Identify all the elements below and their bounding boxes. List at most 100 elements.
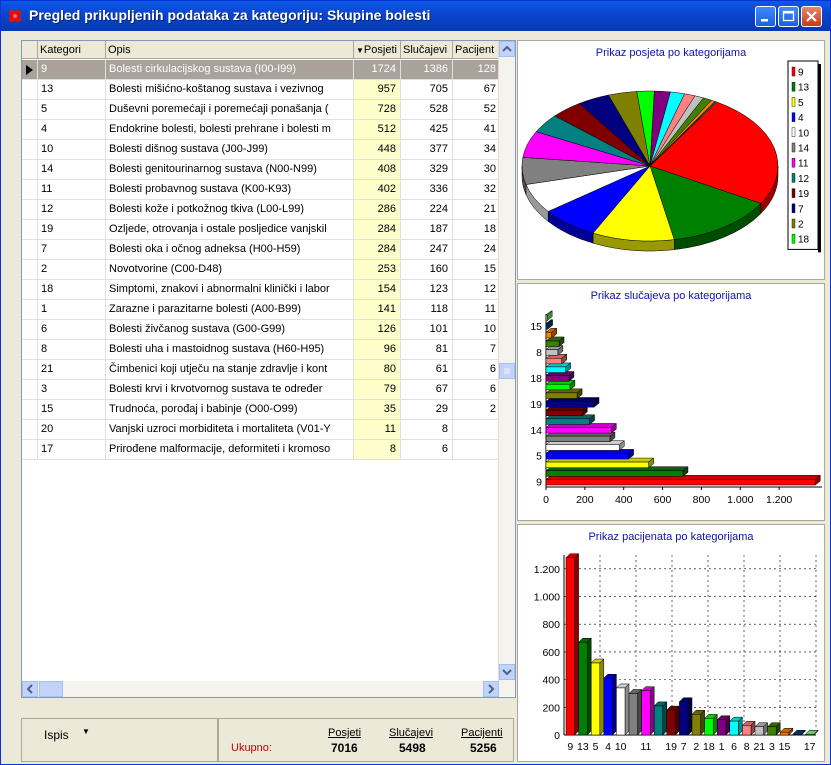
cell-slucajevi[interactable]: 528 xyxy=(401,100,453,119)
horizontal-scroll-thumb[interactable] xyxy=(39,681,63,697)
cell-opis[interactable]: Simptomi, znakovi i abnormalni klinički … xyxy=(106,280,354,299)
cell-slucajevi[interactable]: 425 xyxy=(401,120,453,139)
cell-opis[interactable]: Prirođene malformacije, deformiteti i kr… xyxy=(106,440,354,459)
cell-opis[interactable]: Bolesti oka i očnog adneksa (H00-H59) xyxy=(106,240,354,259)
table-row[interactable]: 17 Prirođene malformacije, deformiteti i … xyxy=(22,440,515,460)
vertical-scrollbar[interactable] xyxy=(498,41,515,696)
cell-kategorija[interactable]: 4 xyxy=(38,120,106,139)
table-row[interactable]: 13 Bolesti mišićno-koštanog sustava i vez… xyxy=(22,80,515,100)
cell-opis[interactable]: Endokrine bolesti, bolesti prehrane i bo… xyxy=(106,120,354,139)
table-row[interactable]: 21 Čimbenici koji utječu na stanje zdravl… xyxy=(22,360,515,380)
cell-kategorija[interactable]: 5 xyxy=(38,100,106,119)
cell-pacijenti[interactable]: 41 xyxy=(453,120,499,139)
cell-pacijenti[interactable]: 30 xyxy=(453,160,499,179)
cell-pacijenti[interactable]: 52 xyxy=(453,100,499,119)
cell-slucajevi[interactable]: 123 xyxy=(401,280,453,299)
cell-opis[interactable]: Bolesti živčanog sustava (G00-G99) xyxy=(106,320,354,339)
cell-opis[interactable]: Bolesti dišnog sustava (J00-J99) xyxy=(106,140,354,159)
cell-kategorija[interactable]: 20 xyxy=(38,420,106,439)
cell-posjeti[interactable]: 11 xyxy=(354,420,401,439)
close-button[interactable] xyxy=(801,6,822,27)
cell-posjeti[interactable]: 8 xyxy=(354,440,401,459)
cell-opis[interactable]: Bolesti uha i mastoidnog sustava (H60-H9… xyxy=(106,340,354,359)
cell-kategorija[interactable]: 8 xyxy=(38,340,106,359)
table-row[interactable]: 9 Bolesti cirkulacijskog sustava (I00-I99… xyxy=(22,60,515,80)
table-row[interactable]: 20 Vanjski uzroci morbiditeta i mortalite… xyxy=(22,420,515,440)
cell-opis[interactable]: Čimbenici koji utječu na stanje zdravlje… xyxy=(106,360,354,379)
cell-kategorija[interactable]: 14 xyxy=(38,160,106,179)
table-row[interactable]: 1 Zarazne i parazitarne bolesti (A00-B99)… xyxy=(22,300,515,320)
cell-kategorija[interactable]: 12 xyxy=(38,200,106,219)
ispis-button[interactable]: Ispis ▼ xyxy=(21,718,218,762)
maximize-button[interactable] xyxy=(778,6,799,27)
cell-pacijenti[interactable]: 32 xyxy=(453,180,499,199)
cell-kategorija[interactable]: 7 xyxy=(38,240,106,259)
cell-pacijenti[interactable]: 24 xyxy=(453,240,499,259)
cell-kategorija[interactable]: 2 xyxy=(38,260,106,279)
cell-kategorija[interactable]: 11 xyxy=(38,180,106,199)
cell-kategorija[interactable]: 13 xyxy=(38,80,106,99)
table-row[interactable]: 10 Bolesti dišnog sustava (J00-J99) 448 377… xyxy=(22,140,515,160)
cell-slucajevi[interactable]: 81 xyxy=(401,340,453,359)
table-row[interactable]: 4 Endokrine bolesti, bolesti prehrane i b… xyxy=(22,120,515,140)
minimize-button[interactable] xyxy=(755,6,776,27)
table-row[interactable]: 14 Bolesti genitourinarnog sustava (N00-N… xyxy=(22,160,515,180)
cell-pacijenti[interactable]: 18 xyxy=(453,220,499,239)
cell-posjeti[interactable]: 253 xyxy=(354,260,401,279)
cell-kategorija[interactable]: 15 xyxy=(38,400,106,419)
cell-posjeti[interactable]: 512 xyxy=(354,120,401,139)
cell-posjeti[interactable]: 80 xyxy=(354,360,401,379)
cell-posjeti[interactable]: 408 xyxy=(354,160,401,179)
cell-opis[interactable]: Bolesti genitourinarnog sustava (N00-N99… xyxy=(106,160,354,179)
cell-pacijenti[interactable]: 15 xyxy=(453,260,499,279)
cell-opis[interactable]: Bolesti probavnog sustava (K00-K93) xyxy=(106,180,354,199)
table-row[interactable]: 7 Bolesti oka i očnog adneksa (H00-H59) 28… xyxy=(22,240,515,260)
cell-posjeti[interactable]: 35 xyxy=(354,400,401,419)
cell-kategorija[interactable]: 1 xyxy=(38,300,106,319)
cell-pacijenti[interactable]: 6 xyxy=(453,360,499,379)
cell-slucajevi[interactable]: 67 xyxy=(401,380,453,399)
cell-slucajevi[interactable]: 247 xyxy=(401,240,453,259)
scroll-up-button[interactable] xyxy=(499,41,515,57)
table-row[interactable]: 11 Bolesti probavnog sustava (K00-K93) 402… xyxy=(22,180,515,200)
cell-kategorija[interactable]: 10 xyxy=(38,140,106,159)
horizontal-scrollbar[interactable] xyxy=(22,681,499,697)
title-bar[interactable]: Pregled prikupljenih podataka za kategor… xyxy=(1,1,830,31)
cell-slucajevi[interactable]: 377 xyxy=(401,140,453,159)
header-posjeti[interactable]: ▼Posjeti xyxy=(354,41,401,59)
cell-opis[interactable]: Ozljede, otrovanja i ostale posljedice v… xyxy=(106,220,354,239)
cell-pacijenti[interactable]: 7 xyxy=(453,340,499,359)
cell-posjeti[interactable]: 286 xyxy=(354,200,401,219)
header-pacijenti[interactable]: Pacijent xyxy=(453,41,499,59)
cell-slucajevi[interactable]: 336 xyxy=(401,180,453,199)
cell-posjeti[interactable]: 402 xyxy=(354,180,401,199)
table-row[interactable]: 5 Duševni poremećaji i poremećaji ponašan… xyxy=(22,100,515,120)
header-slucajevi[interactable]: Slučajevi xyxy=(401,41,453,59)
cell-opis[interactable]: Trudnoća, porođaj i babinje (O00-O99) xyxy=(106,400,354,419)
cell-posjeti[interactable]: 96 xyxy=(354,340,401,359)
cell-slucajevi[interactable]: 160 xyxy=(401,260,453,279)
cell-opis[interactable]: Vanjski uzroci morbiditeta i mortaliteta… xyxy=(106,420,354,439)
cell-opis[interactable]: Bolesti mišićno-koštanog sustava i veziv… xyxy=(106,80,354,99)
cell-opis[interactable]: Bolesti kože i potkožnog tkiva (L00-L99) xyxy=(106,200,354,219)
cell-slucajevi[interactable]: 101 xyxy=(401,320,453,339)
cell-slucajevi[interactable]: 187 xyxy=(401,220,453,239)
table-row[interactable]: 6 Bolesti živčanog sustava (G00-G99) 126 10… xyxy=(22,320,515,340)
cell-pacijenti[interactable]: 2 xyxy=(453,400,499,419)
table-row[interactable]: 2 Novotvorine (C00-D48) 253 160 15 xyxy=(22,260,515,280)
scroll-thumb[interactable] xyxy=(499,363,515,379)
cell-opis[interactable]: Novotvorine (C00-D48) xyxy=(106,260,354,279)
cell-slucajevi[interactable]: 224 xyxy=(401,200,453,219)
cell-slucajevi[interactable]: 8 xyxy=(401,420,453,439)
cell-slucajevi[interactable]: 61 xyxy=(401,360,453,379)
cell-slucajevi[interactable]: 29 xyxy=(401,400,453,419)
cell-pacijenti[interactable]: 34 xyxy=(453,140,499,159)
table-row[interactable]: 12 Bolesti kože i potkožnog tkiva (L00-L9… xyxy=(22,200,515,220)
cell-pacijenti[interactable]: 67 xyxy=(453,80,499,99)
cell-posjeti[interactable]: 284 xyxy=(354,220,401,239)
cell-posjeti[interactable]: 957 xyxy=(354,80,401,99)
cell-opis[interactable]: Zarazne i parazitarne bolesti (A00-B99) xyxy=(106,300,354,319)
header-kategorija[interactable]: Kategori xyxy=(38,41,106,59)
table-row[interactable]: 3 Bolesti krvi i krvotvornog sustava te o… xyxy=(22,380,515,400)
cell-opis[interactable]: Bolesti cirkulacijskog sustava (I00-I99) xyxy=(106,60,354,79)
